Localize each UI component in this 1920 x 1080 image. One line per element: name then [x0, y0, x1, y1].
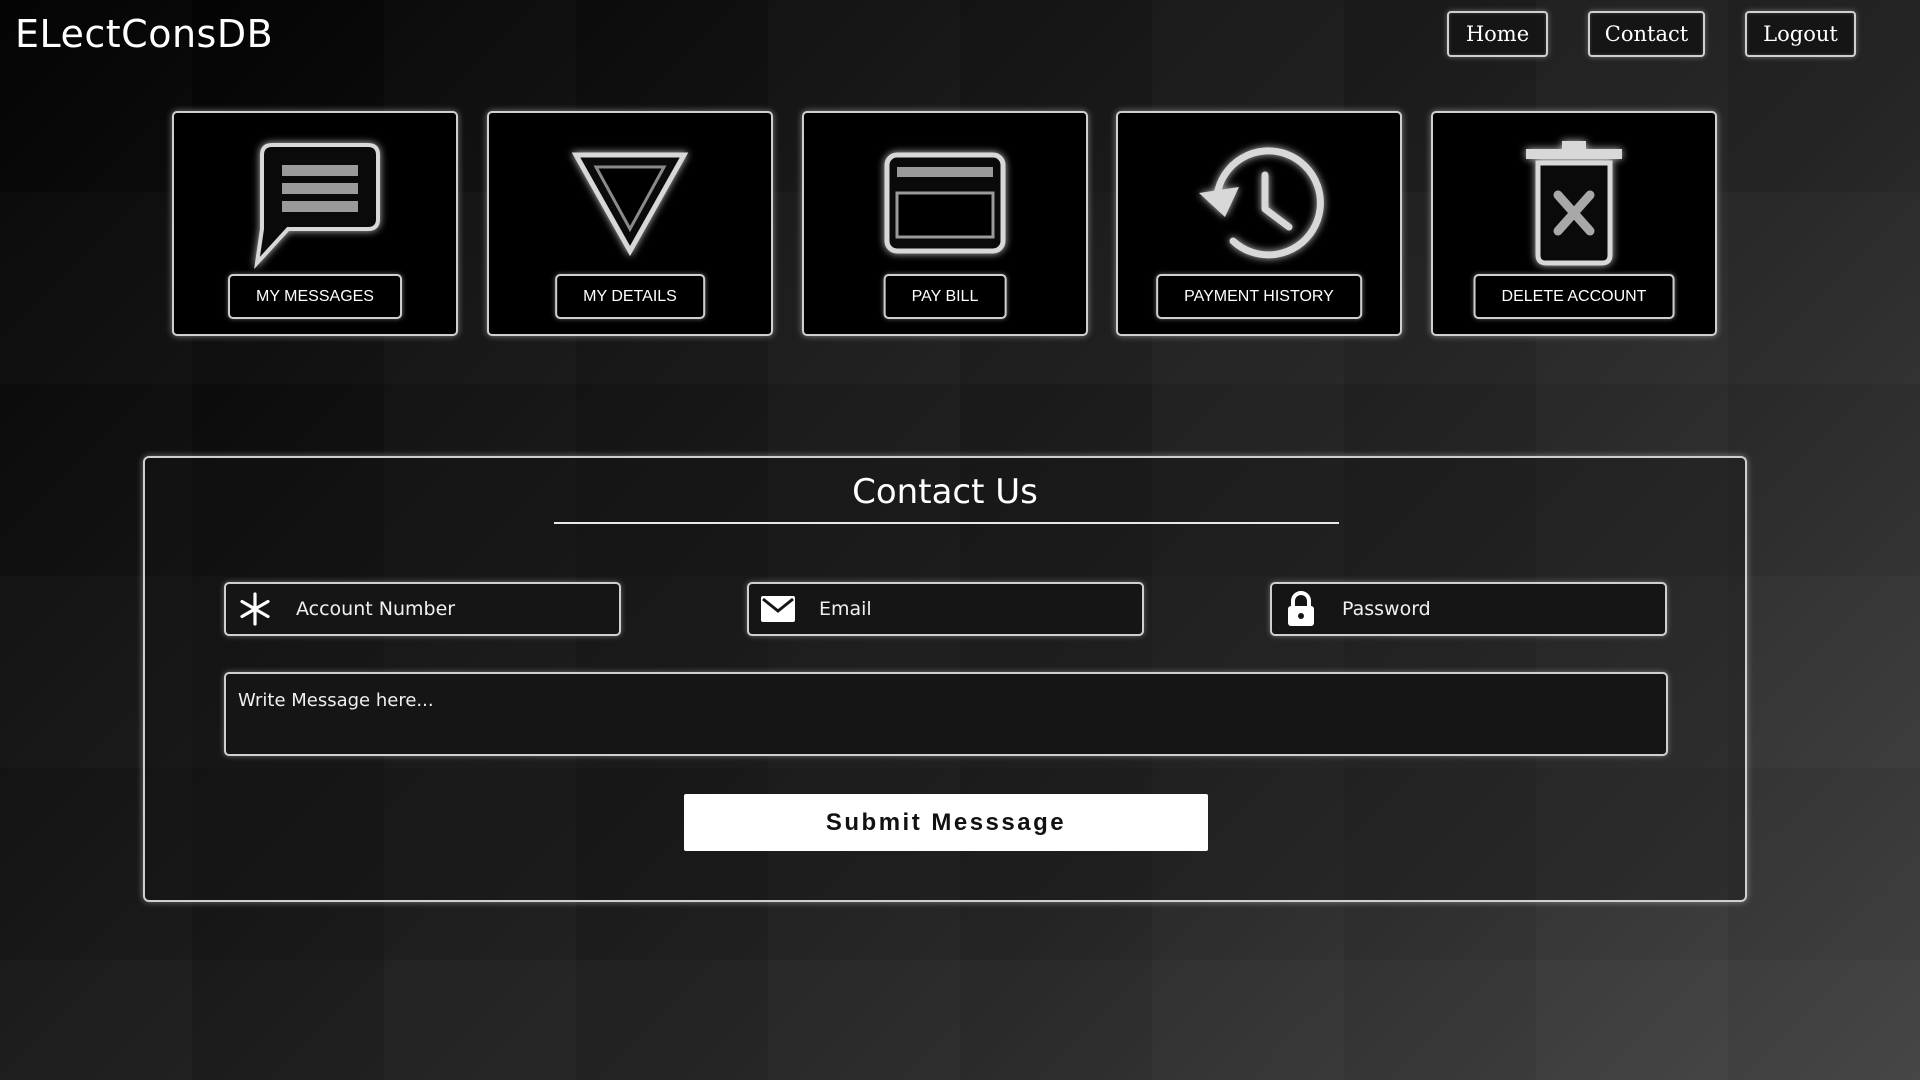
- tile-payment-history[interactable]: PAYMENT HISTORY: [1116, 111, 1402, 336]
- password-field[interactable]: Password: [1270, 582, 1667, 636]
- tile-my-messages[interactable]: MY MESSAGES: [172, 111, 458, 336]
- email-field[interactable]: Email: [747, 582, 1144, 636]
- tile-my-details[interactable]: MY DETAILS: [487, 111, 773, 336]
- payment-history-button[interactable]: PAYMENT HISTORY: [1156, 274, 1362, 319]
- my-messages-button[interactable]: MY MESSAGES: [228, 274, 402, 319]
- email-placeholder: Email: [819, 598, 872, 620]
- submit-message-button[interactable]: Submit Messsage: [684, 794, 1208, 851]
- credit-card-icon: [804, 137, 1086, 277]
- delete-account-button[interactable]: DELETE ACCOUNT: [1473, 274, 1675, 319]
- account-number-placeholder: Account Number: [296, 598, 456, 620]
- history-icon: [1118, 137, 1400, 277]
- pay-bill-button[interactable]: PAY BILL: [883, 274, 1007, 319]
- title-divider: [554, 522, 1339, 524]
- tile-delete-account[interactable]: DELETE ACCOUNT: [1431, 111, 1717, 336]
- nav-home-button[interactable]: Home: [1447, 11, 1548, 57]
- my-details-button[interactable]: MY DETAILS: [555, 274, 705, 319]
- lock-icon: [1272, 584, 1330, 634]
- tile-pay-bill[interactable]: PAY BILL: [802, 111, 1088, 336]
- envelope-icon: [749, 584, 807, 634]
- account-number-field[interactable]: Account Number: [224, 582, 621, 636]
- contact-form: Contact Us Account Number Email Password…: [143, 456, 1747, 902]
- contact-title: Contact Us: [852, 472, 1038, 512]
- triangle-down-icon: [489, 137, 771, 277]
- message-icon: [174, 137, 456, 277]
- nav-logout-button[interactable]: Logout: [1745, 11, 1856, 57]
- trash-icon: [1433, 137, 1715, 277]
- asterisk-icon: [226, 584, 284, 634]
- password-placeholder: Password: [1342, 598, 1431, 620]
- message-textarea[interactable]: Write Message here...: [224, 672, 1668, 756]
- nav-contact-button[interactable]: Contact: [1588, 11, 1705, 57]
- brand-logo: ELectConsDB: [15, 12, 274, 56]
